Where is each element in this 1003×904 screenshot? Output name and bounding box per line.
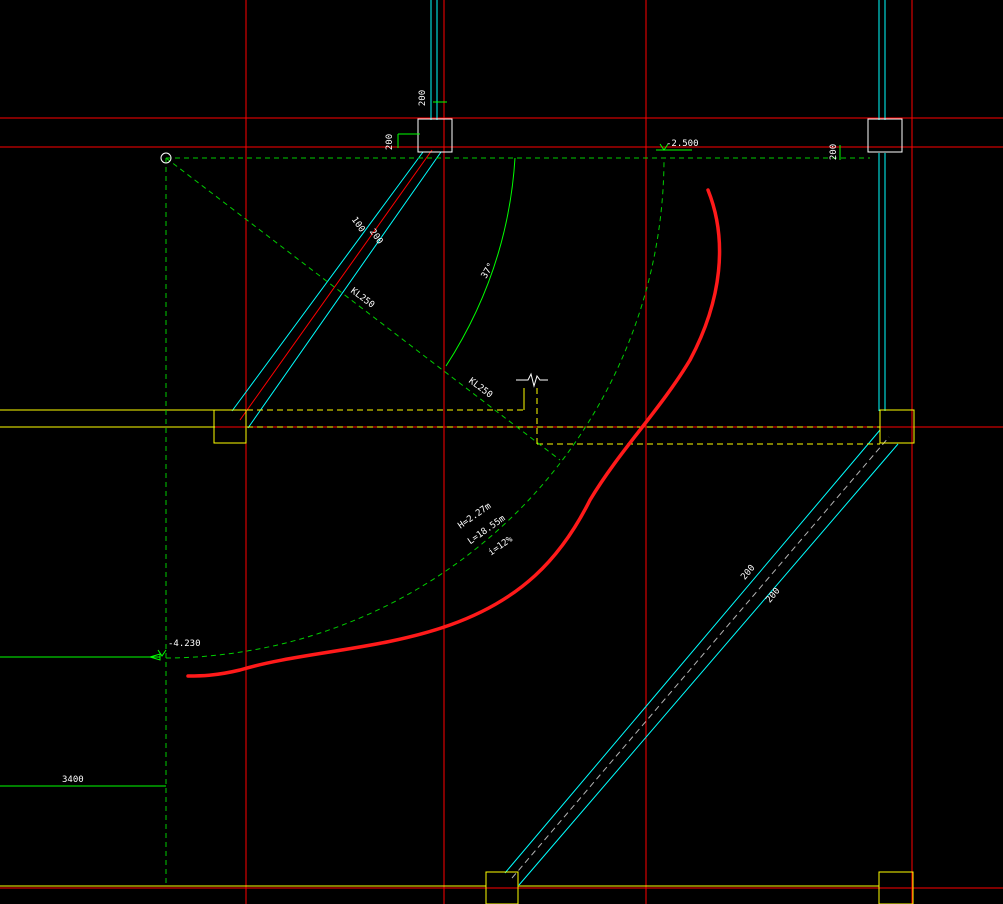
ramp-arc xyxy=(165,157,665,659)
dim-label-200-left: 200 xyxy=(385,134,395,150)
yellow-dashed-edges xyxy=(247,388,880,445)
dim-label-200-lower-b: 200 xyxy=(764,586,782,605)
break-line-icon xyxy=(516,372,548,388)
guide-radius xyxy=(165,157,561,461)
markup-red-curve xyxy=(186,188,722,678)
diag-wall-lower-centerline xyxy=(511,436,890,879)
ramp-slope-label: i=12% xyxy=(487,534,515,558)
dim-label-3400: 3400 xyxy=(62,775,84,785)
diag-wall-upper-b xyxy=(247,151,442,429)
diag-wall-lower-b xyxy=(518,443,899,886)
elev-marker-left xyxy=(157,649,167,657)
beam-label-lower: KL250 xyxy=(466,376,494,400)
dim-label-200-lower-a: 200 xyxy=(739,563,757,582)
elev-label-top: -2.500 xyxy=(666,139,699,149)
dim-label-200-diag: 200 xyxy=(367,227,385,246)
diag-wall-upper-a xyxy=(231,151,424,412)
angle-arc xyxy=(445,157,516,367)
diag-wall-lower-a xyxy=(504,429,881,874)
dim-label-200-top: 200 xyxy=(418,90,428,106)
elev-label-left: -4.230 xyxy=(168,639,201,649)
angle-label: 37° xyxy=(480,261,497,280)
walls-cyan xyxy=(231,0,899,886)
axis-grid xyxy=(0,0,1003,904)
cad-drawing-canvas[interactable]: 200 200 200 -2.500 -4.230 100 200 KL250 … xyxy=(0,0,1003,904)
green-dashed-guides xyxy=(165,157,870,886)
beam-label-upper: KL250 xyxy=(348,286,376,310)
diag-wall-upper-centerline xyxy=(239,149,433,421)
dim-label-200-right: 200 xyxy=(829,144,839,160)
